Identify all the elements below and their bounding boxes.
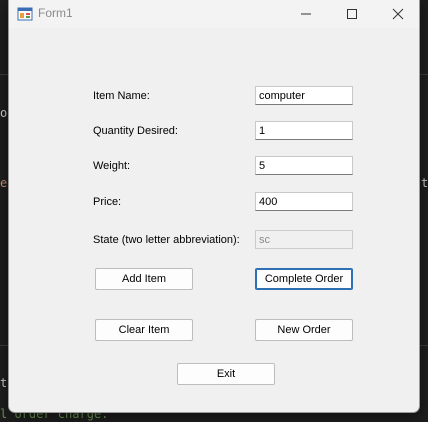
form-window: Form1 Item Name: Quantity Desired: Weigh… [8,0,420,413]
title-bar[interactable]: Form1 [9,0,419,28]
minimize-icon [301,13,311,15]
close-button[interactable] [375,0,421,28]
new-order-button[interactable]: New Order [255,319,353,341]
weight-label: Weight: [93,160,131,172]
exit-button[interactable]: Exit [177,363,275,385]
state-input [255,230,353,249]
quantity-input[interactable] [255,121,353,140]
complete-order-button[interactable]: Complete Order [255,268,353,290]
price-label: Price: [93,196,122,208]
weight-input[interactable] [255,156,353,175]
clear-item-button[interactable]: Clear Item [95,319,193,341]
item-name-label: Item Name: [93,90,150,102]
window-title: Form1 [38,6,73,20]
form-app-icon [17,7,33,21]
add-item-button[interactable]: Add Item [95,268,193,290]
quantity-label: Quantity Desired: [93,125,178,137]
price-input[interactable] [255,192,353,211]
state-label: State (two letter abbreviation): [93,234,240,246]
editor-text-fragment: t [421,176,428,190]
maximize-icon [347,9,357,19]
item-name-input[interactable] [255,86,353,105]
minimize-button[interactable] [283,0,329,28]
maximize-button[interactable] [329,0,375,28]
close-icon [392,8,404,20]
